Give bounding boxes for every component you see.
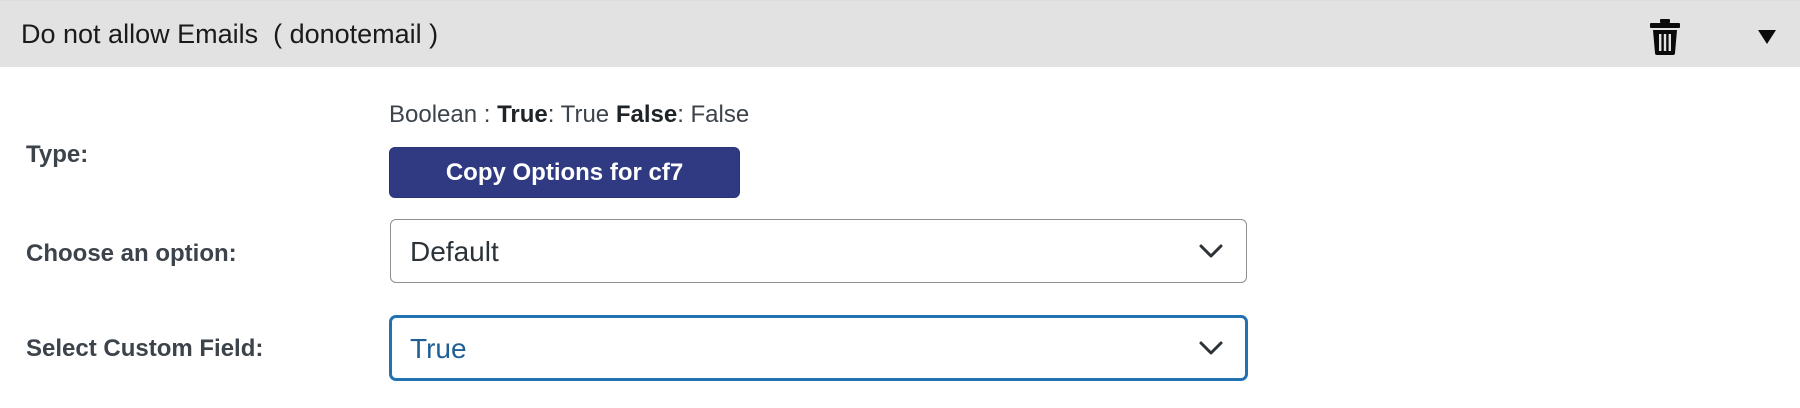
panel-header[interactable]: Do not allow Emails ( donotemail ) — [0, 0, 1800, 67]
choose-option-value: Default — [410, 236, 499, 267]
custom-field-label: Select Custom Field: — [26, 335, 264, 362]
copy-options-button[interactable]: Copy Options for cf7 — [389, 147, 740, 198]
false-value: : False — [677, 101, 750, 128]
custom-field-select[interactable]: True — [390, 316, 1247, 380]
true-label: True — [497, 101, 548, 128]
triangle-down-icon-graphic — [1758, 30, 1776, 44]
chevron-down-icon — [1198, 339, 1224, 357]
false-label: False — [615, 101, 678, 128]
custom-field-value: True — [410, 333, 467, 364]
choose-option-select[interactable]: Default — [390, 219, 1247, 283]
choose-option-label: Choose an option: — [26, 240, 237, 267]
trash-icon-graphic — [1650, 19, 1680, 55]
trash-icon[interactable] — [1650, 19, 1680, 55]
chevron-down-icon — [1198, 242, 1224, 260]
type-description: Boolean : True: True False: False — [389, 100, 749, 130]
true-value: : True — [547, 101, 616, 128]
type-label: Type: — [26, 141, 89, 168]
triangle-down-icon[interactable] — [1756, 26, 1778, 46]
field-mapping-panel: Do not allow Emails ( donotemail ) Type:… — [0, 0, 1800, 408]
type-prefix: Boolean : — [389, 101, 498, 128]
panel-title: Do not allow Emails ( donotemail ) — [21, 19, 439, 49]
